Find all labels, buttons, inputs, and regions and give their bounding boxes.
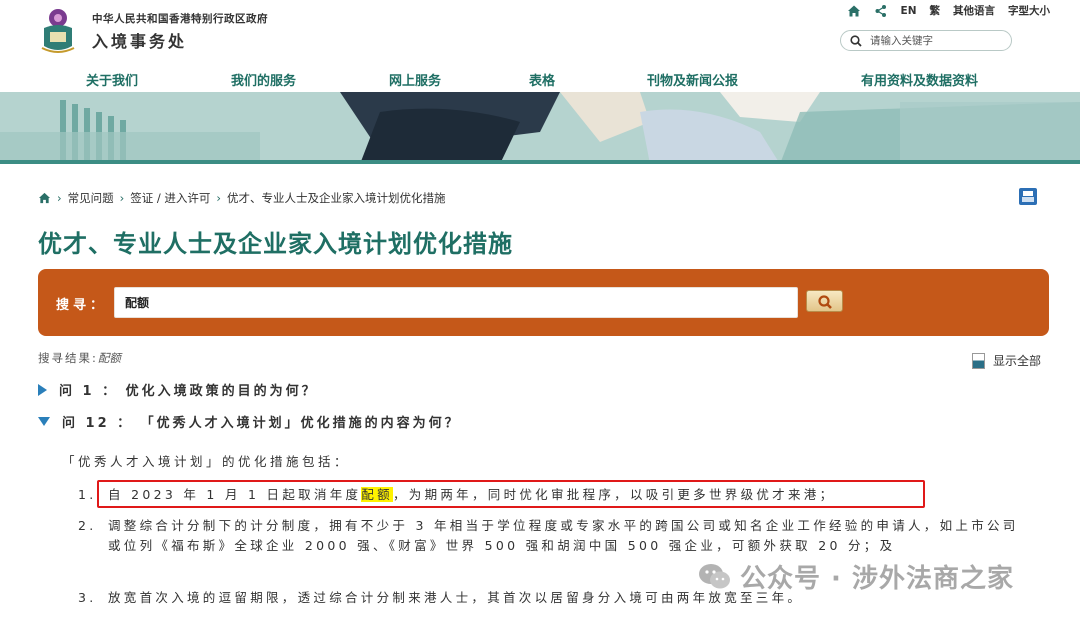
- other-languages-link[interactable]: 其他语言: [953, 3, 995, 18]
- site-header: 中华人民共和国香港特别行政区政府 入境事务处 EN 繁 其他语言 字型大小: [0, 0, 1080, 62]
- answer-intro: 「优秀人才入境计划」的优化措施包括：: [62, 454, 351, 469]
- item-text: 调整综合计分制下的计分制度，拥有不少于 3 年相当于学位程度或专家水平的跨国公司…: [108, 518, 1019, 553]
- faq-question-12[interactable]: 问 12 ： 「优秀人才入境计划」优化措施的内容为何？: [38, 412, 461, 431]
- item-number: 3.: [78, 590, 97, 605]
- wechat-icon: [699, 563, 730, 588]
- item-number: 2.: [78, 518, 97, 533]
- magnifier-icon: [818, 295, 832, 309]
- share-icon[interactable]: [874, 4, 888, 18]
- item-number: 1.: [78, 487, 97, 502]
- site-search-box[interactable]: [840, 30, 1012, 51]
- breadcrumb-separator-icon: ›: [216, 191, 222, 205]
- breadcrumb-separator-icon: ›: [57, 191, 62, 205]
- site-search-input[interactable]: [870, 34, 1000, 47]
- expanded-arrow-icon: [38, 417, 50, 426]
- expand-all-icon: [972, 352, 985, 369]
- font-size-link[interactable]: 字型大小: [1008, 3, 1050, 18]
- watermark-text: 公众号 · 涉外法商之家: [740, 564, 1014, 594]
- main-navigation: 关于我们 我们的服务 网上服务 表格 刊物及新闻公报 有用资料及数据资料: [0, 64, 1080, 92]
- lang-en-link[interactable]: EN: [901, 5, 917, 17]
- breadcrumb-home-icon[interactable]: [38, 192, 51, 204]
- faq-question-1[interactable]: 问 1 ： 优化入境政策的目的为何？: [38, 380, 318, 399]
- nav-online-services[interactable]: 网上服务: [389, 70, 441, 89]
- hksar-emblem-logo[interactable]: [38, 2, 78, 56]
- breadcrumb-faq[interactable]: 常见问题: [68, 190, 114, 206]
- search-result-label: 搜寻结果:配额: [38, 350, 121, 366]
- faq-search-panel: 搜寻：: [38, 269, 1049, 336]
- nav-publications-press[interactable]: 刊物及新闻公报: [647, 70, 738, 89]
- top-utility-nav: EN 繁 其他语言 字型大小: [847, 3, 1050, 18]
- breadcrumb: › 常见问题 › 签证 / 进入许可 › 优才、专业人士及企业家入境计划优化措施: [38, 190, 446, 206]
- print-icon[interactable]: [1019, 188, 1037, 205]
- search-submit-button[interactable]: [806, 290, 843, 312]
- banner-illustration: [0, 92, 1080, 164]
- page-title: 优才、专业人士及企业家入境计划优化措施: [38, 230, 513, 258]
- question-label: 问 12 ： 「优秀人才入境计划」优化措施的内容为何？: [62, 416, 461, 431]
- question-label: 问 1 ： 优化入境政策的目的为何？: [59, 384, 318, 399]
- nav-our-services[interactable]: 我们的服务: [231, 70, 296, 89]
- nav-useful-info-stats[interactable]: 有用资料及数据资料: [861, 70, 978, 89]
- nav-forms[interactable]: 表格: [529, 70, 555, 89]
- department-name[interactable]: 入境事务处: [92, 28, 187, 52]
- government-name: 中华人民共和国香港特别行政区政府: [92, 13, 268, 25]
- wechat-watermark: 公众号 · 涉外法商之家: [698, 558, 1014, 595]
- search-icon[interactable]: [850, 34, 862, 47]
- page-banner-image: [0, 92, 1080, 164]
- collapsed-arrow-icon: [38, 383, 47, 396]
- show-all-toggle[interactable]: 显示全部: [972, 352, 1041, 369]
- result-label-text: 搜寻结果:: [38, 351, 98, 365]
- nav-about-us[interactable]: 关于我们: [86, 70, 138, 89]
- banner-divider: [0, 160, 1080, 164]
- breadcrumb-current-page: 优才、专业人士及企业家入境计划优化措施: [227, 191, 446, 205]
- home-icon[interactable]: [847, 4, 861, 18]
- breadcrumb-visa-entry[interactable]: 签证 / 进入许可: [130, 190, 210, 206]
- faq-search-input[interactable]: [114, 287, 798, 318]
- result-keyword: 配额: [97, 351, 121, 365]
- lang-traditional-link[interactable]: 繁: [930, 3, 941, 18]
- show-all-label: 显示全部: [993, 354, 1042, 368]
- breadcrumb-separator-icon: ›: [119, 191, 125, 205]
- red-annotation-box: [97, 480, 925, 508]
- search-label: 搜寻：: [56, 298, 108, 313]
